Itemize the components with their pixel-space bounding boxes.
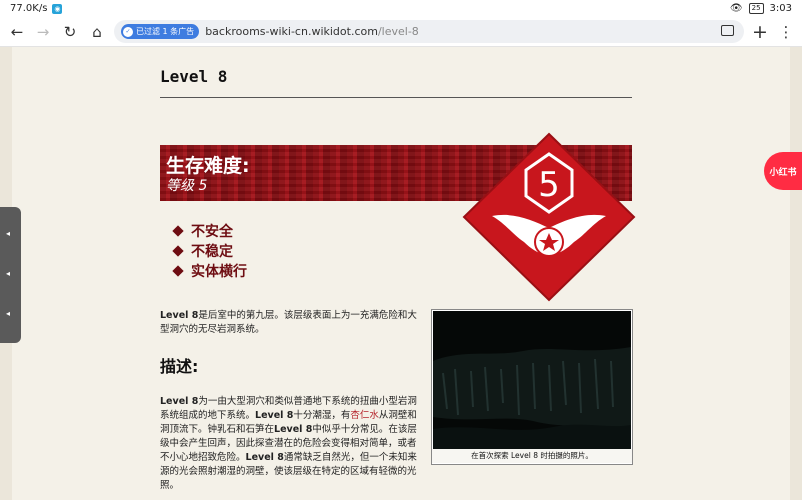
url-path: /level-8 xyxy=(377,25,419,38)
new-tab-plus-icon[interactable]: + xyxy=(751,21,769,43)
forward-arrow-icon[interactable]: → xyxy=(34,23,52,41)
side-arrow-icon[interactable]: ◂ xyxy=(6,309,15,318)
intro-bold: Level 8 xyxy=(160,310,199,321)
hazard-label: 不安全 xyxy=(191,224,233,240)
reader-mode-icon[interactable] xyxy=(721,25,734,36)
side-arrow-icon[interactable]: ◂ xyxy=(6,229,15,238)
xiaohongshu-floating-button[interactable]: 小红书 xyxy=(764,152,802,190)
diamond-bullet-icon xyxy=(172,245,184,257)
ad-filter-pill[interactable]: ✓ 已过滤 1 条广告 xyxy=(121,24,200,39)
list-item: 不安全 xyxy=(172,221,247,241)
browser-toolbar: ← → ↻ ⌂ ✓ 已过滤 1 条广告 backrooms-wiki-cn.wi… xyxy=(0,18,802,47)
home-icon[interactable]: ⌂ xyxy=(88,23,106,41)
desc-bold-2: Level 8 xyxy=(255,410,294,421)
battery-icon: 25 xyxy=(748,3,764,14)
cave-photo-image xyxy=(433,311,631,449)
hazard-list: 不安全 不稳定 实体横行 xyxy=(172,221,247,281)
address-bar[interactable]: ✓ 已过滤 1 条广告 backrooms-wiki-cn.wikidot.co… xyxy=(114,20,744,43)
status-bar: 77.0K/s ◉ 👁 25 3:03 xyxy=(0,0,802,18)
desc-bold-1: Level 8 xyxy=(160,396,199,407)
page-margin-right xyxy=(790,47,802,500)
url-text[interactable]: backrooms-wiki-cn.wikidot.com/level-8 xyxy=(205,25,419,38)
hazard-label: 实体横行 xyxy=(191,264,247,280)
diamond-bullet-icon xyxy=(172,225,184,237)
shield-icon: ✓ xyxy=(123,26,133,37)
list-item: 实体横行 xyxy=(172,261,247,281)
banner-heading: 生存难度: xyxy=(166,155,250,177)
eye-icon: 👁 xyxy=(729,3,743,14)
cave-photo[interactable] xyxy=(433,311,631,449)
difficulty-badge-icon: 5 xyxy=(462,132,636,302)
page-content: Level 8 生存难度: 等级 5 5 不安全 不稳定 实体横行 Level … xyxy=(12,47,790,500)
page-title: Level 8 xyxy=(160,67,228,86)
side-tab-panel[interactable]: ◂ ◂ ◂ xyxy=(0,207,21,343)
diamond-bullet-icon xyxy=(172,265,184,277)
photo-caption: 在首次探索 Level 8 时拍摄的照片。 xyxy=(432,449,632,463)
description-paragraph: Level 8为一由大型洞穴和类似普通地下系统的扭曲小型岩洞系统组成的地下系统。… xyxy=(160,395,422,493)
intro-text: 是后室中的第九层。该层级表面上为一充满危险和大型洞穴的无尽岩洞系统。 xyxy=(160,310,417,335)
network-speed: 77.0K/s xyxy=(10,3,48,14)
almond-water-link[interactable]: 杏仁水 xyxy=(350,410,379,421)
back-arrow-icon[interactable]: ← xyxy=(8,23,26,41)
url-host: backrooms-wiki-cn.wikidot.com xyxy=(205,25,378,38)
ad-filter-label: 已过滤 1 条广告 xyxy=(136,27,195,36)
desc-text-2: 十分潮湿，有 xyxy=(293,410,351,421)
desc-bold-5: Level 8 xyxy=(245,452,284,463)
intro-paragraph: Level 8是后室中的第九层。该层级表面上为一充满危险和大型洞穴的无尽岩洞系统… xyxy=(160,309,422,337)
banner-level: 等级 5 xyxy=(166,178,208,194)
hazard-label: 不稳定 xyxy=(191,244,233,260)
reload-icon[interactable]: ↻ xyxy=(61,23,79,41)
menu-more-icon[interactable]: ⋮ xyxy=(777,23,795,41)
title-divider xyxy=(160,97,632,98)
badge-diamond xyxy=(462,132,636,302)
list-item: 不稳定 xyxy=(172,241,247,261)
description-heading: 描述: xyxy=(160,357,199,376)
side-arrow-icon[interactable]: ◂ xyxy=(6,269,15,278)
desc-bold-3: Level 8 xyxy=(274,424,313,435)
photo-block: 在首次探索 Level 8 时拍摄的照片。 xyxy=(431,309,633,465)
clock: 3:03 xyxy=(769,3,792,14)
app-notification-icon: ◉ xyxy=(52,3,63,14)
badge-number: 5 xyxy=(538,165,560,205)
